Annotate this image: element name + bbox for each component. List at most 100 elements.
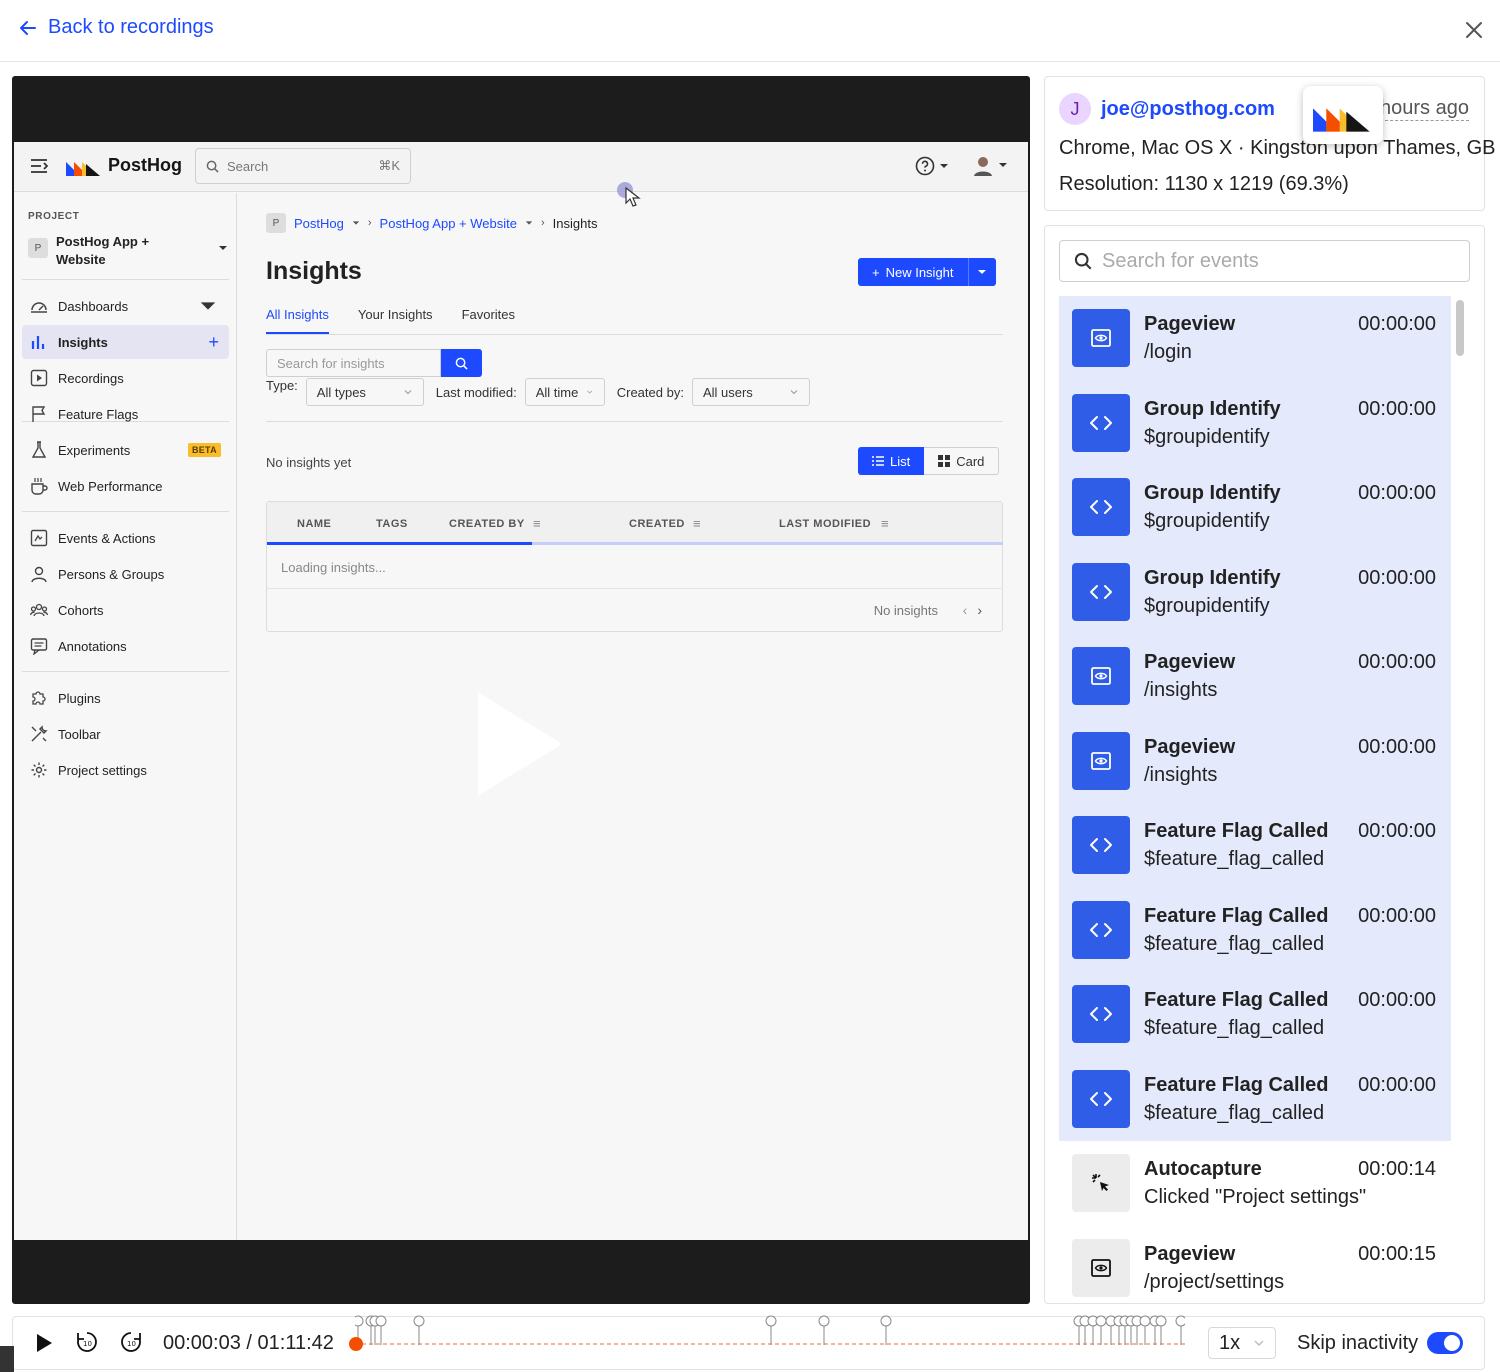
event-time: 00:00:00 <box>1358 651 1436 673</box>
event-title: Feature Flag Called <box>1144 820 1329 842</box>
event-row[interactable]: Group Identify $groupidentify 00:00:00 <box>1059 465 1451 550</box>
help-menu[interactable] <box>915 156 949 176</box>
sidebar-item-recordings[interactable]: Recordings <box>22 361 229 395</box>
tab-favorites[interactable]: Favorites <box>462 297 515 334</box>
mouse-cursor-icon <box>625 186 641 207</box>
code-icon <box>1089 413 1113 433</box>
forward-10-icon[interactable]: 10 <box>119 1330 143 1354</box>
gear-icon <box>31 762 47 778</box>
play-square-icon <box>30 369 48 387</box>
column-header-tags[interactable]: TAGS <box>376 518 408 530</box>
type-select[interactable]: All types <box>305 378 424 406</box>
back-to-recordings-link[interactable]: Back to recordings <box>18 16 214 39</box>
no-insights-text: No insights <box>873 603 938 618</box>
search-events-input[interactable]: Search for events <box>1059 240 1470 282</box>
tab-all-insights[interactable]: All Insights <box>266 297 329 334</box>
svg-text:10: 10 <box>127 1340 136 1348</box>
column-header-name[interactable]: NAME <box>297 518 331 530</box>
chevron-left-icon[interactable]: ‹ <box>963 602 968 618</box>
event-row[interactable]: Pageview /insights 00:00:00 <box>1059 634 1451 719</box>
new-insight-dropdown[interactable] <box>967 258 996 286</box>
sidebar-item-plugins[interactable]: Plugins <box>22 681 229 715</box>
add-insight-icon[interactable]: + <box>208 332 219 353</box>
list-view-button[interactable]: List <box>858 447 925 475</box>
event-time: 00:00:15 <box>1358 1242 1436 1265</box>
posthog-toolbar-logo[interactable] <box>1303 86 1383 144</box>
chevron-right-icon[interactable]: › <box>977 602 982 618</box>
event-icon-box <box>1072 647 1130 705</box>
search-icon <box>1074 252 1092 270</box>
breadcrumb-org[interactable]: PostHog <box>294 216 344 231</box>
event-title: Feature Flag Called <box>1144 1073 1329 1096</box>
project-switcher[interactable]: P PostHog App + Website <box>28 233 228 269</box>
inner-search-bar[interactable]: Search ⌘K <box>195 148 411 184</box>
created-select[interactable]: All users <box>691 378 810 406</box>
sidebar-item-toolbar[interactable]: Toolbar <box>22 717 229 751</box>
sidebar-item-annotations[interactable]: Annotations <box>22 629 229 663</box>
event-row[interactable]: Feature Flag Called $feature_flag_called… <box>1059 972 1451 1057</box>
column-menu-icon[interactable]: ≡ <box>881 516 889 531</box>
event-icon-box <box>1072 1069 1130 1128</box>
sidebar-item-label: Dashboards <box>58 298 129 314</box>
event-row[interactable]: Pageview /project/settings 00:00:15 <box>1059 1226 1451 1304</box>
close-icon[interactable] <box>1462 18 1486 42</box>
event-row[interactable]: Feature Flag Called $feature_flag_called… <box>1059 1056 1451 1141</box>
event-icon-box <box>1072 478 1130 536</box>
pagination: ‹ › <box>963 602 982 618</box>
event-row[interactable]: Pageview /login 00:00:00 <box>1059 296 1451 381</box>
sidebar-item-experiments[interactable]: Experiments BETA <box>22 433 229 467</box>
loading-progress-fill <box>267 542 532 545</box>
event-row[interactable]: Pageview /insights 00:00:00 <box>1059 718 1451 803</box>
sidebar-divider <box>22 511 229 512</box>
breadcrumb-project[interactable]: PostHog App + Website <box>380 216 517 231</box>
event-row[interactable]: Feature Flag Called $feature_flag_called… <box>1059 887 1451 972</box>
back-label: Back to recordings <box>48 16 214 38</box>
sidebar-item-events-actions[interactable]: Events & Actions <box>22 521 229 555</box>
user-menu[interactable] <box>972 154 1008 176</box>
event-title: Pageview <box>1144 1242 1236 1265</box>
sidebar-item-project-settings[interactable]: Project settings <box>22 753 229 787</box>
help-icon <box>915 156 935 176</box>
search-insights-button[interactable] <box>441 349 482 377</box>
sidebar-item-feature-flags[interactable]: Feature Flags <box>22 397 229 431</box>
person-icon <box>31 566 47 583</box>
play-icon[interactable] <box>33 1332 55 1354</box>
rewind-10-icon[interactable]: 10 <box>75 1330 99 1354</box>
events-scrollbar[interactable] <box>1456 300 1464 356</box>
skip-inactivity-toggle[interactable] <box>1427 1332 1463 1354</box>
sidebar-item-web-performance[interactable]: Web Performance <box>22 469 229 503</box>
modified-select[interactable]: All time <box>524 378 605 406</box>
search-shortcut: ⌘K <box>378 158 400 173</box>
tab-your-insights[interactable]: Your Insights <box>358 297 433 334</box>
chevron-down-icon <box>999 163 1007 167</box>
column-header-created-by[interactable]: CREATED BY <box>449 518 525 530</box>
sidebar-item-persons-groups[interactable]: Persons & Groups <box>22 557 229 591</box>
events-icon <box>30 529 48 547</box>
new-insight-button[interactable]: + New Insight <box>858 258 968 286</box>
event-row[interactable]: Autocapture Clicked "Project settings" 0… <box>1059 1141 1451 1226</box>
event-title: Group Identify <box>1144 397 1281 420</box>
column-header-created[interactable]: CREATED <box>629 518 685 530</box>
sidebar-item-dashboards[interactable]: Dashboards <box>22 289 229 323</box>
person-email-link[interactable]: joe@posthog.com <box>1101 98 1275 121</box>
playhead[interactable] <box>349 1337 363 1351</box>
sidebar-item-cohorts[interactable]: Cohorts <box>22 593 229 627</box>
column-menu-icon[interactable]: ≡ <box>533 516 541 531</box>
column-menu-icon[interactable]: ≡ <box>693 516 701 531</box>
card-view-button[interactable]: Card <box>924 447 1000 475</box>
play-overlay-icon[interactable] <box>478 692 562 796</box>
event-time: 00:00:00 <box>1358 989 1436 1011</box>
bar-chart-icon <box>31 336 45 349</box>
column-header-last-modified[interactable]: LAST MODIFIED <box>779 518 871 530</box>
sidebar-item-insights[interactable]: Insights + <box>22 325 229 359</box>
event-title: Feature Flag Called <box>1144 989 1329 1011</box>
speed-select[interactable]: 1x <box>1208 1327 1276 1359</box>
view-toggle: List Card <box>858 447 1000 475</box>
event-row[interactable]: Group Identify $groupidentify 00:00:00 <box>1059 380 1451 465</box>
device-location: Chrome, Mac OS X · Kingston upon Thames,… <box>1059 137 1496 159</box>
recording-player[interactable]: PostHog Search ⌘K PROJECT P PostHog App … <box>12 76 1030 1304</box>
event-row[interactable]: Feature Flag Called $feature_flag_called… <box>1059 803 1451 888</box>
seekbar[interactable] <box>349 1315 1185 1359</box>
search-insights-input[interactable]: Search for insights <box>266 349 441 377</box>
event-row[interactable]: Group Identify $groupidentify 00:00:00 <box>1059 549 1451 634</box>
